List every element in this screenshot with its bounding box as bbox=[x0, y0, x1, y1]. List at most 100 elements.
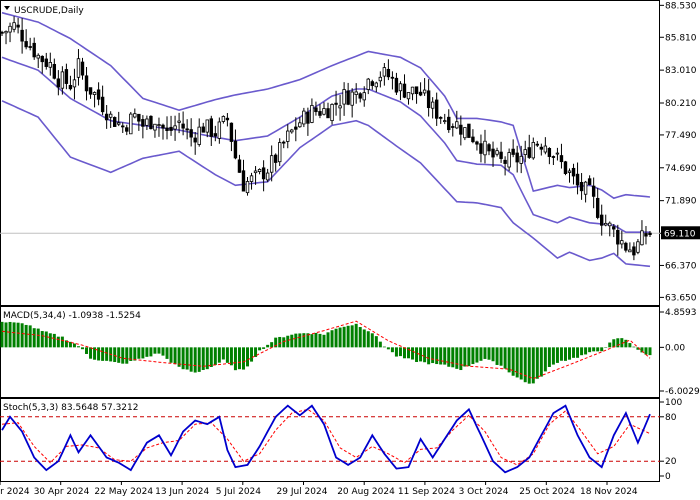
macd-bar bbox=[80, 347, 84, 350]
macd-bar bbox=[137, 347, 141, 359]
macd-bar bbox=[165, 347, 169, 359]
candle-body bbox=[108, 113, 113, 118]
macd-bar bbox=[161, 347, 165, 356]
macd-bar bbox=[539, 347, 543, 377]
macd-bar bbox=[479, 347, 483, 361]
candle-body bbox=[338, 105, 342, 109]
candle-body bbox=[257, 169, 262, 172]
candle-body bbox=[463, 127, 467, 139]
bollinger-bands bbox=[1, 11, 651, 268]
candle-body bbox=[612, 226, 616, 230]
macd-bar bbox=[648, 347, 652, 356]
macd-bar bbox=[217, 347, 221, 363]
macd-bar bbox=[435, 347, 439, 365]
candle-body bbox=[346, 90, 350, 105]
candle-body bbox=[334, 102, 338, 105]
candle-body bbox=[555, 152, 560, 155]
macd-bar bbox=[608, 342, 612, 348]
candle-body bbox=[237, 159, 242, 173]
candle-body bbox=[241, 170, 246, 192]
macd-bar bbox=[431, 347, 435, 364]
macd-bar bbox=[0, 321, 4, 348]
macd-bar bbox=[495, 347, 499, 365]
candle-body bbox=[475, 141, 479, 145]
candle-body bbox=[137, 113, 141, 122]
candle-body bbox=[543, 145, 548, 153]
candle-body bbox=[265, 172, 270, 181]
macd-bar bbox=[262, 347, 266, 349]
candle-body bbox=[60, 71, 65, 89]
candle-body bbox=[8, 25, 12, 33]
candle-body bbox=[314, 107, 318, 113]
macd-bar bbox=[354, 323, 358, 348]
candle-body bbox=[278, 142, 282, 163]
macd-bar bbox=[471, 347, 475, 365]
macd-bar bbox=[76, 346, 80, 348]
candle-body bbox=[322, 108, 326, 115]
candle-body bbox=[563, 161, 568, 174]
candle-body bbox=[161, 124, 165, 129]
candle-body bbox=[636, 241, 640, 253]
macd-bar bbox=[592, 347, 596, 352]
stoch-main-line bbox=[1, 404, 651, 474]
candle-body bbox=[326, 108, 330, 119]
macd-bar bbox=[185, 347, 189, 370]
candle-body bbox=[604, 222, 608, 226]
candle-body bbox=[28, 46, 32, 48]
candle-body bbox=[559, 155, 564, 163]
symbol-title-text: USCRUDE,Daily bbox=[14, 6, 84, 16]
macd-bar bbox=[56, 336, 60, 348]
candle-body bbox=[418, 91, 423, 96]
macd-bar bbox=[519, 347, 523, 380]
macd-bar bbox=[491, 347, 495, 362]
price-tick-label: 63.650 bbox=[665, 293, 697, 303]
candle-body bbox=[600, 214, 604, 226]
macd-bar bbox=[455, 347, 459, 369]
candle-body bbox=[225, 117, 230, 121]
candle-body bbox=[193, 137, 197, 143]
macd-bar bbox=[535, 347, 539, 379]
macd-bar bbox=[237, 347, 241, 370]
macd-bar bbox=[463, 347, 467, 367]
candle-body bbox=[129, 113, 133, 135]
macd-bar bbox=[20, 323, 24, 348]
macd-bar bbox=[32, 328, 36, 348]
dropdown-triangle-icon[interactable] bbox=[4, 6, 10, 10]
candle-body bbox=[644, 233, 648, 237]
macd-bar bbox=[266, 344, 270, 348]
candle-body bbox=[587, 178, 592, 185]
x-tick-label: 29 Jul 2024 bbox=[277, 487, 328, 497]
candle-body bbox=[177, 120, 181, 123]
macd-bar bbox=[149, 347, 153, 357]
stoch-tick-label: 100 bbox=[665, 398, 682, 408]
candle-body bbox=[439, 116, 443, 119]
candle-body bbox=[117, 122, 121, 125]
candle-body bbox=[121, 125, 125, 128]
candle-body bbox=[471, 136, 475, 143]
candle-body bbox=[80, 61, 85, 76]
candle-body bbox=[169, 126, 173, 131]
macd-bar bbox=[584, 347, 588, 355]
candle-body bbox=[539, 146, 544, 150]
candle-body bbox=[233, 140, 238, 159]
macd-bar bbox=[394, 347, 398, 357]
candle-body bbox=[608, 222, 612, 227]
candle-body bbox=[507, 152, 511, 168]
macd-bar bbox=[48, 333, 52, 348]
candle-body bbox=[181, 123, 185, 129]
macd-bar bbox=[378, 341, 382, 348]
candle-body bbox=[133, 113, 137, 118]
bollinger-middle-line bbox=[1, 56, 650, 233]
candle-body bbox=[422, 89, 427, 94]
candle-body bbox=[32, 42, 36, 58]
candle-body bbox=[125, 127, 129, 132]
macd-tick-label: 0.00 bbox=[665, 343, 685, 353]
macd-bar bbox=[475, 347, 479, 363]
price-tick-label: 71.890 bbox=[665, 197, 697, 207]
macd-bar bbox=[374, 336, 378, 348]
macd-bar bbox=[326, 332, 330, 348]
candle-body bbox=[165, 127, 169, 131]
macd-bar bbox=[310, 334, 314, 348]
candle-body bbox=[12, 22, 16, 30]
macd-bar bbox=[28, 325, 32, 348]
